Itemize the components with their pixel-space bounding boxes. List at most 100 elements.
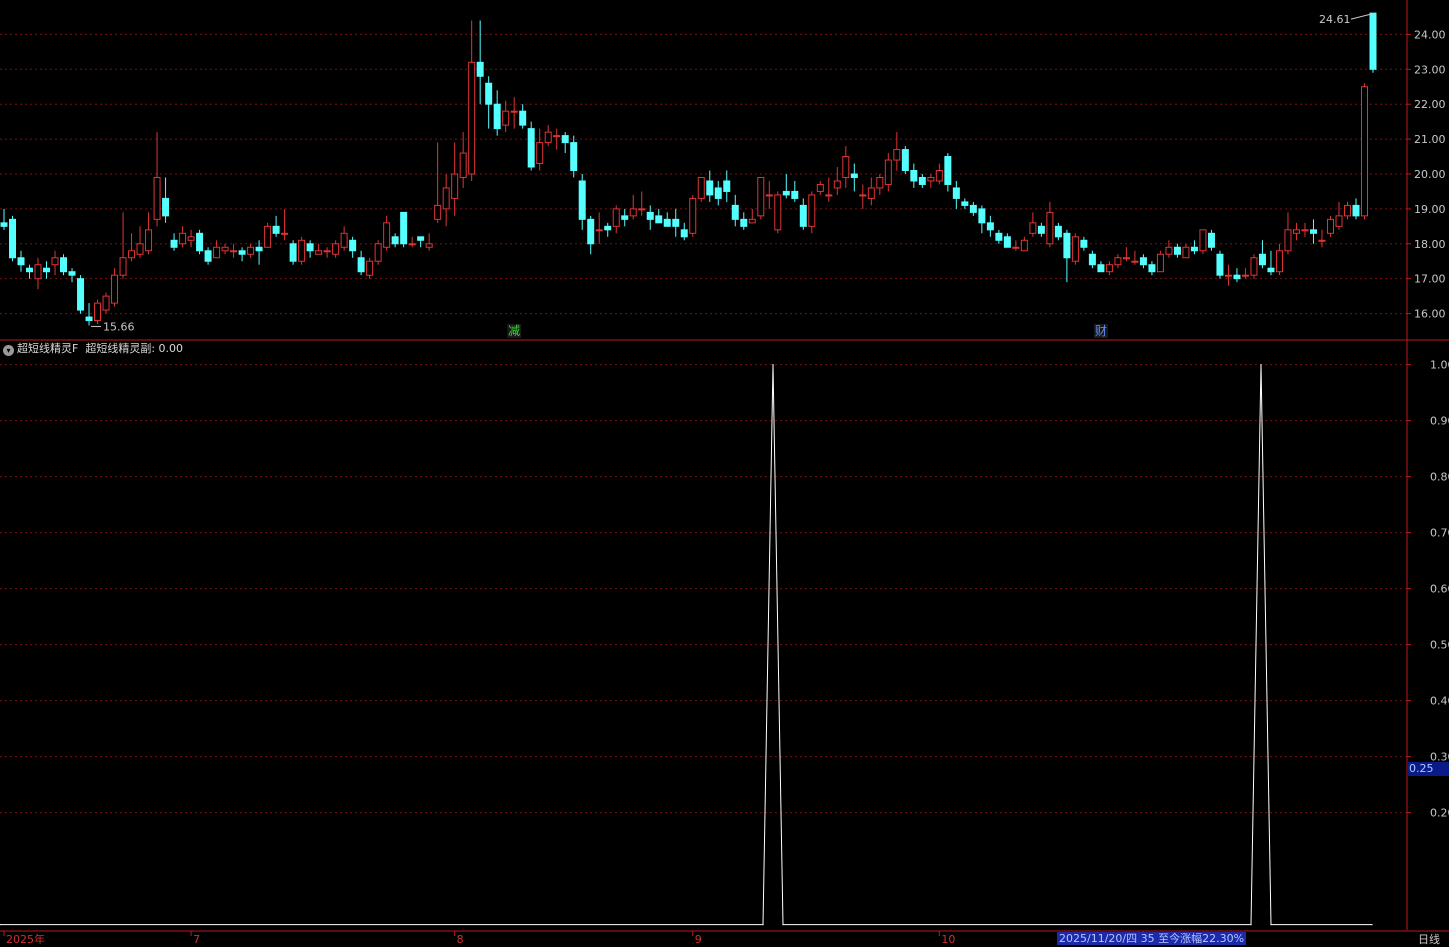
candle-body	[740, 218, 748, 227]
candle-body	[417, 236, 425, 241]
candle-body	[468, 61, 476, 175]
candle-body	[510, 110, 518, 113]
candle-body	[255, 246, 263, 252]
candle-body	[961, 201, 969, 206]
candle-body	[51, 257, 59, 266]
candle-body	[383, 222, 391, 248]
indicator-point	[1270, 924, 1272, 926]
candle-body	[476, 61, 484, 77]
y-axis-labels: 16.00 17.00 18.00 19.00 20.00 21.00 22.00 23.00…	[1407, 28, 1449, 820]
candle-body	[238, 250, 246, 255]
candle-body	[1122, 257, 1130, 260]
candle-body	[561, 135, 569, 144]
candle-body	[451, 173, 459, 199]
candle-body	[1037, 225, 1045, 234]
date-label: 2025年	[6, 932, 45, 945]
candle-body	[1199, 229, 1207, 252]
candle-body	[1156, 253, 1164, 273]
candle-body	[578, 180, 586, 220]
low-price-label: 15.66	[103, 320, 135, 333]
candle-body	[842, 156, 850, 178]
candle-body	[247, 246, 255, 255]
grid-lines	[0, 33, 1407, 814]
indicator-sub-label: 超短线精灵副	[85, 342, 152, 355]
candle-body	[1182, 246, 1190, 259]
candle-body	[1292, 229, 1300, 234]
candle-body	[638, 208, 646, 211]
candle-body	[221, 246, 229, 252]
candle-body	[527, 128, 535, 168]
candle-body	[731, 204, 739, 220]
candle-body	[1165, 246, 1173, 255]
indicator-point	[1371, 924, 1373, 926]
candle-body	[213, 246, 221, 259]
high-pointer	[1350, 13, 1372, 20]
indicator-tick-label: 0.60	[1430, 583, 1449, 596]
candle-body	[825, 194, 833, 197]
candle-body	[102, 295, 110, 311]
candle-body	[782, 190, 790, 196]
candle-body	[604, 225, 612, 231]
candle-body	[1139, 257, 1147, 266]
candle-body	[43, 267, 51, 273]
candle-body	[315, 250, 323, 255]
stock-chart: 16.00 17.00 18.00 19.00 20.00 21.00 22.00 23.00…	[0, 0, 1449, 945]
candle-body	[1241, 274, 1249, 277]
indicator-tick-label: 0.90	[1430, 415, 1449, 428]
candle-body	[0, 222, 8, 227]
candle-body	[1054, 225, 1062, 238]
price-tick-label: 19.00	[1414, 203, 1446, 216]
candle-body	[1301, 229, 1309, 232]
candle-body	[714, 187, 722, 199]
candle-body	[60, 257, 68, 273]
candle-body	[1267, 267, 1275, 273]
candle-body	[859, 194, 867, 197]
candle-body	[536, 142, 544, 165]
candle-body	[672, 218, 680, 227]
candle-body	[1318, 239, 1326, 242]
candle-body	[1360, 86, 1368, 217]
candle-body	[94, 302, 102, 322]
candle-body	[1012, 246, 1020, 249]
indicator-point	[772, 364, 774, 366]
candle-body	[765, 194, 773, 197]
candle-body	[1233, 274, 1241, 280]
event-tag-1: 减	[508, 324, 520, 338]
candle-body	[1224, 274, 1232, 277]
candle-body	[400, 211, 408, 245]
candle-body	[1309, 229, 1317, 234]
candle-body	[1190, 246, 1198, 252]
candle-body	[697, 176, 705, 199]
indicator-name[interactable]: 超短线精灵F	[17, 342, 78, 355]
date-label: 8	[457, 933, 464, 945]
candle-body	[187, 236, 195, 241]
chart-annotations: 24.6115.66减财涨榜	[91, 13, 1372, 338]
candle-body	[969, 204, 977, 213]
candle-body	[349, 239, 357, 252]
candle-body	[910, 170, 918, 182]
indicator-tick-label: 0.40	[1430, 695, 1449, 708]
candle-body	[425, 243, 433, 248]
candle-body	[1088, 253, 1096, 266]
price-tick-label: 23.00	[1414, 63, 1446, 76]
candle-body	[1148, 264, 1156, 273]
candle-body	[927, 176, 935, 182]
candle-body	[1020, 239, 1028, 252]
candle-body	[1335, 215, 1343, 227]
candle-body	[723, 180, 731, 192]
candle-body	[179, 232, 187, 245]
indicator-point	[1260, 364, 1262, 366]
indicator-title-bar: ▾ 超短线精灵F 超短线精灵副: 0.00	[0, 340, 183, 357]
price-tick-label: 17.00	[1414, 273, 1446, 286]
candle-body	[706, 180, 714, 196]
candle-body	[77, 278, 85, 311]
candle-body	[621, 215, 629, 220]
candle-body	[162, 197, 170, 217]
candle-body	[1029, 222, 1037, 234]
candle-body	[519, 110, 527, 126]
indicator-point	[1250, 924, 1252, 926]
indicator-tick-label: 0.20	[1430, 807, 1449, 820]
candle-body	[1080, 239, 1088, 248]
chevron-down-icon[interactable]: ▾	[3, 345, 14, 356]
candle-body	[1250, 257, 1258, 276]
